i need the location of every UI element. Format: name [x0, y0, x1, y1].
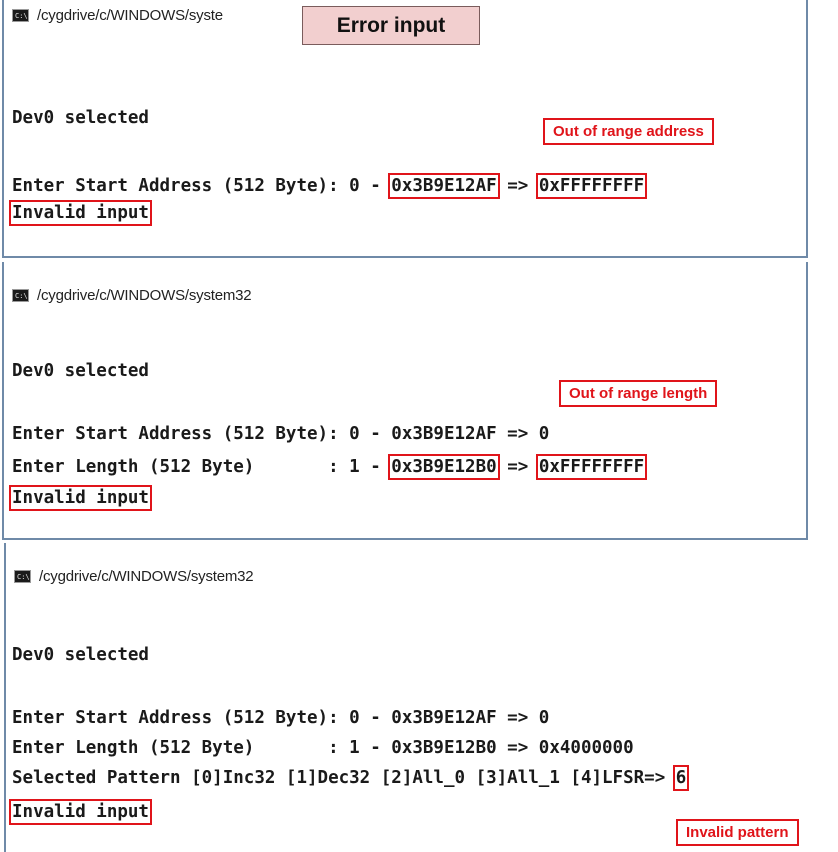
title-bar: C:\ /cygdrive/c/WINDOWS/system32: [14, 561, 254, 591]
invalid-input-line: Invalid input: [9, 200, 152, 226]
arrow: =>: [496, 457, 539, 477]
cmd-icon: C:\: [12, 288, 29, 302]
invalid-input-line: Invalid input: [9, 799, 152, 825]
length-line: Enter Length (512 Byte) : 1 - 0x3B9E12B0…: [12, 738, 634, 758]
out-of-range-length-callout: Out of range length: [559, 380, 718, 407]
console-window-2: C:\ /cygdrive/c/WINDOWS/system32 Dev0 se…: [2, 262, 808, 540]
invalid-input-line: Invalid input: [9, 485, 152, 511]
title-bar: C:\ /cygdrive/c/WINDOWS/system32: [12, 280, 252, 310]
pattern-line: Selected Pattern [0]Inc32 [1]Dec32 [2]Al…: [12, 765, 690, 791]
invalid-input-highlight: Invalid input: [9, 485, 152, 511]
start-address-line: Enter Start Address (512 Byte): 0 - 0x3B…: [12, 708, 550, 728]
dev-selected-line: Dev0 selected: [12, 108, 149, 128]
out-of-range-address-callout: Out of range address: [543, 118, 714, 145]
window-title: /cygdrive/c/WINDOWS/syste: [37, 6, 223, 24]
invalid-pattern-callout: Invalid pattern: [676, 819, 799, 846]
console-window-3: C:\ /cygdrive/c/WINDOWS/system32 Dev0 se…: [4, 543, 838, 852]
cmd-icon: C:\: [12, 8, 29, 22]
length-line: Enter Length (512 Byte) : 1 - 0x3B9E12B0…: [12, 454, 648, 480]
title-bar: C:\ /cygdrive/c/WINDOWS/syste: [12, 0, 223, 30]
arrow: =>: [496, 176, 539, 196]
invalid-input-highlight: Invalid input: [9, 799, 152, 825]
dev-selected-line: Dev0 selected: [12, 361, 149, 381]
cmd-icon: C:\: [14, 569, 31, 583]
length-max-highlight: 0x3B9E12B0: [388, 454, 500, 480]
start-address-prompt: Enter Start Address (512 Byte): 0 -: [12, 176, 392, 196]
window-title: /cygdrive/c/WINDOWS/system32: [39, 567, 254, 585]
address-max-highlight: 0x3B9E12AF: [388, 173, 500, 199]
window-title: /cygdrive/c/WINDOWS/system32: [37, 286, 252, 304]
address-input-highlight: 0xFFFFFFFF: [535, 173, 648, 199]
error-input-badge: Error input: [302, 6, 480, 45]
dev-selected-line: Dev0 selected: [12, 645, 149, 665]
length-prompt: Enter Length (512 Byte) : 1 -: [12, 457, 392, 477]
length-input-highlight: 0xFFFFFFFF: [535, 454, 648, 480]
pattern-prompt: Selected Pattern [0]Inc32 [1]Dec32 [2]Al…: [12, 768, 676, 788]
start-address-line: Enter Start Address (512 Byte): 0 - 0x3B…: [12, 173, 648, 199]
pattern-input-highlight: 6: [672, 765, 690, 791]
start-address-line: Enter Start Address (512 Byte): 0 - 0x3B…: [12, 424, 550, 444]
invalid-input-highlight: Invalid input: [9, 200, 152, 226]
